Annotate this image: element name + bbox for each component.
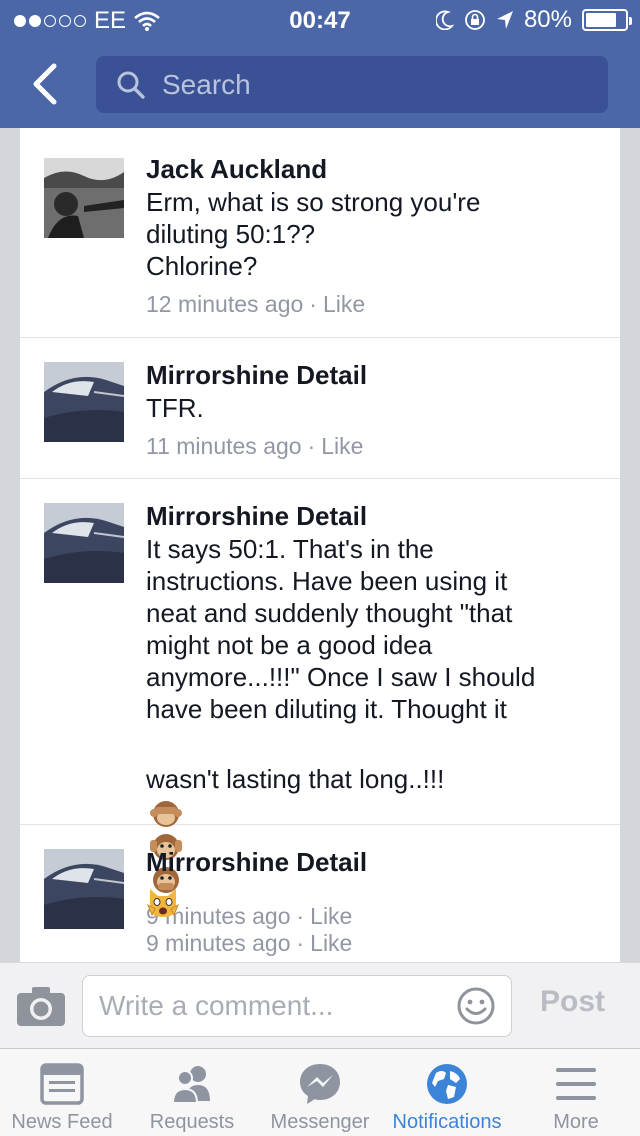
comment-meta: 11 minutes ago · Like bbox=[146, 433, 364, 459]
comment-author[interactable]: Mirrorshine Detail bbox=[146, 358, 600, 392]
comment-text: It says 50:1. That's in the instructions… bbox=[146, 534, 536, 724]
bottom-tab-bar: News Feed Requests Messenger Notificatio… bbox=[0, 1048, 640, 1136]
like-link[interactable]: Like bbox=[310, 930, 352, 956]
tab-notifications[interactable]: Notifications bbox=[384, 1049, 510, 1136]
comment-item: Mirrorshine Detail TFR. 11 minutes ago · L… bbox=[20, 338, 620, 479]
weary-cat-face-icon bbox=[147, 889, 179, 917]
tab-label: Requests bbox=[149, 1111, 235, 1133]
comment-timestamp: 12 minutes ago bbox=[146, 291, 304, 317]
comment-meta: 9 minutes ago · Like bbox=[146, 930, 353, 956]
rotation-lock-icon bbox=[465, 10, 485, 30]
comment-timestamp: 9 minutes ago bbox=[146, 930, 291, 956]
status-right: 80% bbox=[435, 6, 632, 34]
back-arrow-icon[interactable] bbox=[28, 62, 68, 106]
tab-label: Notifications bbox=[392, 1111, 502, 1133]
comment-text-tail: wasn't lasting that long..!!! bbox=[146, 764, 445, 794]
status-bar: EE 00:47 80% bbox=[0, 0, 640, 40]
tab-label: Messenger bbox=[270, 1111, 370, 1133]
avatar[interactable] bbox=[44, 158, 124, 238]
comment-author[interactable]: Mirrorshine Detail bbox=[146, 845, 600, 879]
top-bar: EE 00:47 80% Search bbox=[0, 0, 640, 128]
tab-label: More bbox=[553, 1111, 599, 1133]
comment-body: Jack Auckland Erm, what is so strong you… bbox=[146, 152, 600, 320]
avatar[interactable] bbox=[44, 362, 124, 442]
post-button[interactable]: Post bbox=[540, 985, 605, 1019]
comment-body: Mirrorshine Detail TFR. 11 minutes ago · L… bbox=[146, 358, 600, 462]
search-icon bbox=[117, 71, 145, 99]
comment-input[interactable]: Write a comment... bbox=[82, 975, 512, 1037]
comment-author[interactable]: Mirrorshine Detail bbox=[146, 499, 600, 533]
like-link[interactable]: Like bbox=[323, 291, 365, 317]
news-feed-icon bbox=[40, 1063, 84, 1105]
facebook-comments-screen: EE 00:47 80% Search Jack Auckland Erm, w… bbox=[0, 0, 640, 1136]
comment-body: Mirrorshine Detail 9 minutes ago · Like bbox=[146, 845, 600, 959]
comment-item: Mirrorshine Detail 9 minutes ago · Like bbox=[20, 825, 620, 962]
menu-icon bbox=[556, 1068, 596, 1100]
comment-composer: Write a comment... Post bbox=[0, 962, 640, 1048]
battery-icon bbox=[582, 9, 632, 31]
comment-author[interactable]: Jack Auckland bbox=[146, 152, 600, 186]
search-bar[interactable]: Search bbox=[96, 56, 608, 113]
comment-item: Mirrorshine Detail It says 50:1. That's … bbox=[20, 479, 620, 929]
moon-icon bbox=[435, 10, 454, 30]
battery-percent: 80% bbox=[523, 6, 572, 33]
globe-icon bbox=[427, 1064, 467, 1104]
tab-more[interactable]: More bbox=[520, 1049, 632, 1136]
tab-requests[interactable]: Requests bbox=[128, 1049, 256, 1136]
tab-messenger[interactable]: Messenger bbox=[262, 1049, 378, 1136]
friends-icon bbox=[171, 1066, 210, 1104]
search-placeholder: Search bbox=[162, 68, 251, 100]
tab-news-feed[interactable]: News Feed bbox=[0, 1049, 124, 1136]
comment-meta: 12 minutes ago · Like bbox=[146, 291, 366, 317]
tab-label: News Feed bbox=[11, 1111, 113, 1133]
comment-text: Erm, what is so strong you're diluting 5… bbox=[146, 187, 481, 281]
like-link[interactable]: Like bbox=[321, 433, 363, 459]
comments-list: Jack Auckland Erm, what is so strong you… bbox=[20, 128, 620, 962]
comment-item: Jack Auckland Erm, what is so strong you… bbox=[20, 128, 620, 338]
location-arrow-icon bbox=[496, 11, 513, 29]
comment-text: TFR. bbox=[146, 393, 204, 423]
comment-input-placeholder: Write a comment... bbox=[99, 990, 334, 1021]
messenger-icon bbox=[300, 1064, 340, 1104]
avatar[interactable] bbox=[44, 503, 124, 583]
see-no-evil-monkey-icon bbox=[150, 801, 182, 828]
avatar[interactable] bbox=[44, 849, 124, 929]
camera-icon[interactable] bbox=[16, 985, 66, 1027]
emoji-smile-icon[interactable] bbox=[457, 987, 495, 1025]
comment-timestamp: 11 minutes ago bbox=[146, 433, 302, 459]
